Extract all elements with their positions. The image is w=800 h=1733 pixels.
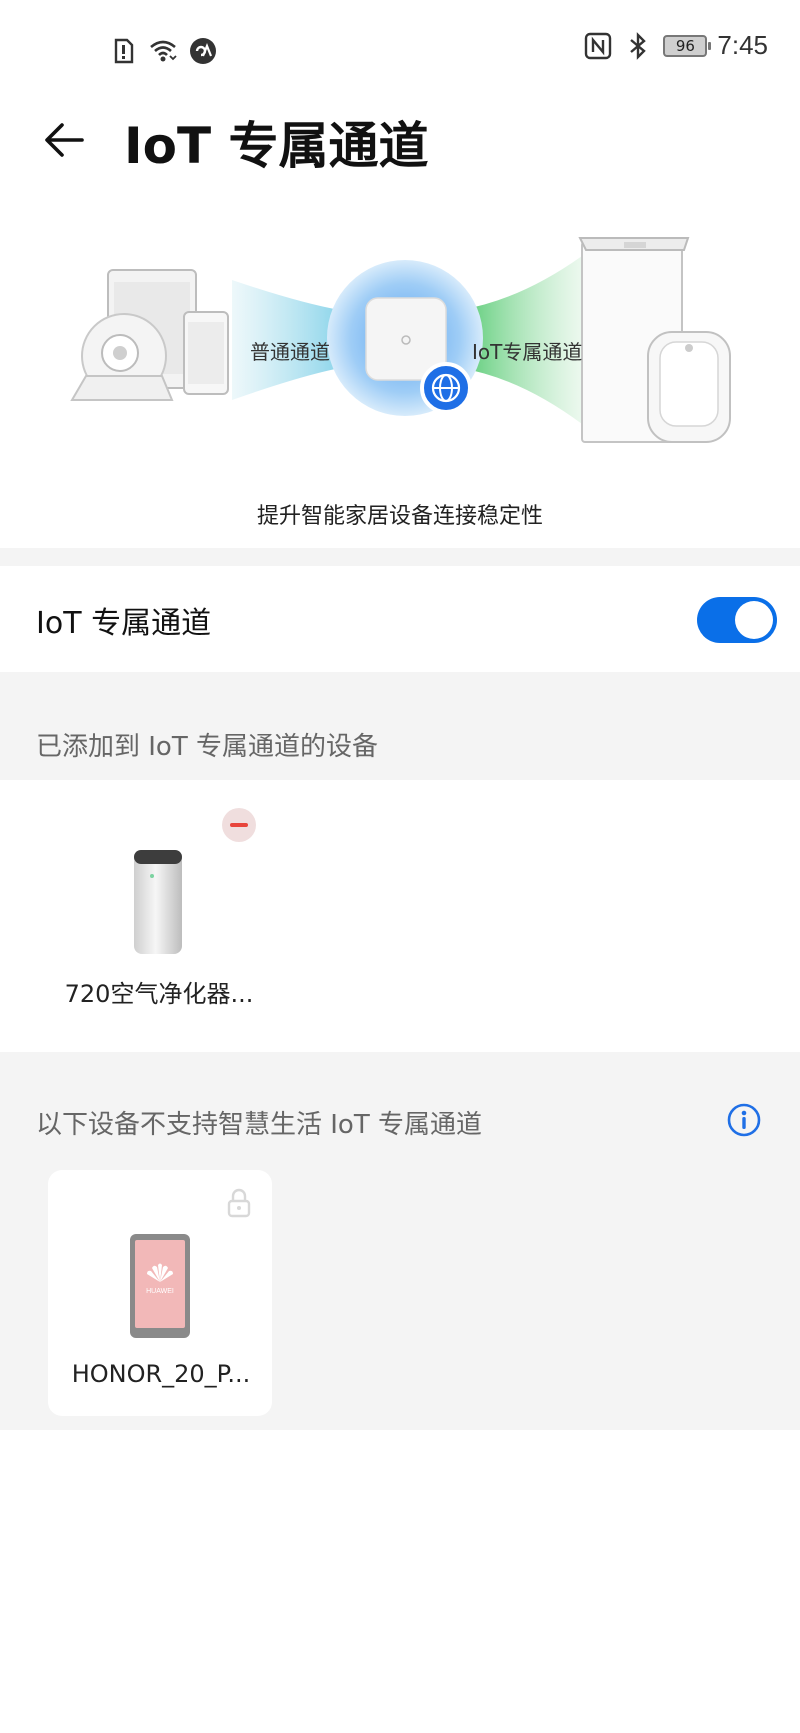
added-devices-list: 720空气净化器... [0,780,800,1052]
iot-channel-label: IoT专属通道 [472,340,583,364]
wifi-icon [150,40,177,62]
unsupported-devices-title: 以下设备不支持智慧生活 IoT 专属通道 [36,1110,482,1140]
lock-icon [227,1188,251,1218]
unsupported-device-card[interactable]: HUAWEI HONOR_20_P... [48,1170,272,1416]
divider-band [0,548,800,566]
device-name: 720空气净化器... [64,980,254,1008]
huawei-logo-icon [147,1263,173,1282]
iot-channel-toggle-row: IoT 专属通道 [0,566,800,672]
back-button[interactable] [36,112,92,168]
back-arrow-icon [45,123,84,157]
network-illustration [70,237,731,443]
phone-device-icon: HUAWEI [130,1234,190,1338]
normal-channel-label: 普通通道 [250,340,330,364]
switch-knob [735,601,773,639]
status-right-icons: 96 7:45 [583,30,768,61]
info-icon[interactable] [726,1102,762,1138]
clock: 7:45 [717,30,768,60]
battery-icon: 96 [663,34,712,57]
page-title: IoT 专属通道 [124,117,429,175]
subtitle: 提升智能家居设备连接稳定性 [256,504,543,529]
status-bar: 96 7:45 [0,0,800,100]
status-left-icons [108,36,218,66]
bluetooth-icon [630,31,647,60]
hero-illustration: 普通通道 IoT专属通道 [0,228,800,448]
phone-brand-text: HUAWEI [146,1288,174,1295]
air-purifier-icon [134,850,182,954]
iot-channel-switch[interactable] [697,597,777,643]
added-devices-header: 已添加到 IoT 专属通道的设备 [0,672,800,780]
added-devices-title: 已添加到 IoT 专属通道的设备 [36,732,378,762]
phone-screen: HUAWEI [135,1240,185,1328]
nfc-icon [585,32,612,59]
sim-alert-icon [114,38,134,64]
app-badge-icon [190,38,216,64]
app-header: IoT 专属通道 [0,100,800,200]
device-card[interactable]: 720空气净化器... [48,808,270,1038]
remove-device-button[interactable] [222,808,256,842]
toggle-label: IoT 专属通道 [36,606,212,641]
device-name: HONOR_20_P... [71,1360,251,1388]
